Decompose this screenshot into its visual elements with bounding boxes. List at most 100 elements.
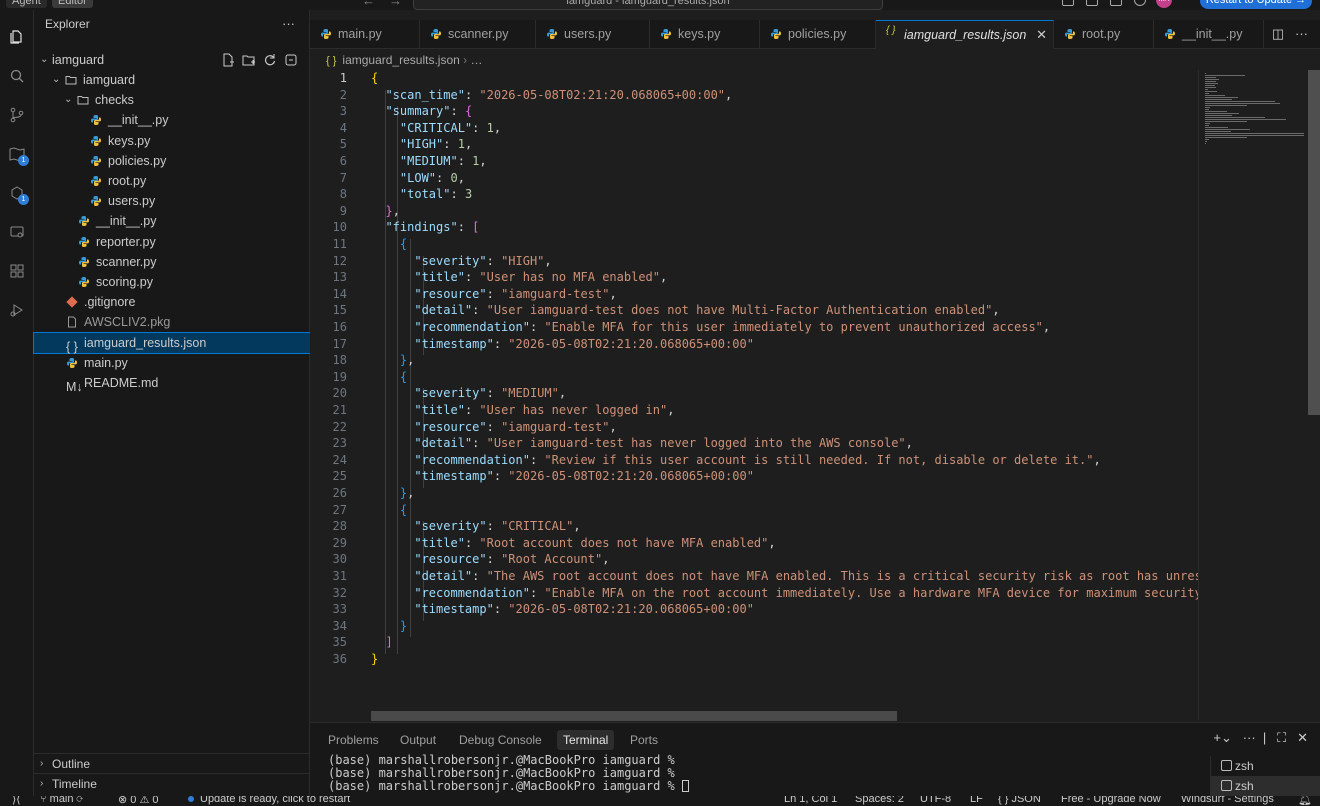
toggle-panel-icon[interactable]	[1086, 0, 1098, 6]
vertical-scrollbar[interactable]	[1308, 70, 1320, 415]
tree-file[interactable]: .gitignore	[34, 292, 310, 312]
tree-file[interactable]: policies.py	[34, 151, 310, 171]
code-token: ,	[667, 403, 675, 417]
panel-actions: +⌄ ··· | ⛶ ✕	[1213, 730, 1308, 745]
remote-explorer-icon[interactable]	[7, 222, 27, 242]
outline-section[interactable]: › Outline	[34, 753, 310, 773]
new-folder-icon[interactable]	[242, 53, 256, 67]
search-icon[interactable]	[7, 66, 27, 86]
update-status[interactable]: Update is ready, click to restart	[188, 796, 350, 805]
nav-arrows-icon[interactable]: ←→	[362, 0, 416, 8]
tree-folder[interactable]: ⌄ checks	[34, 90, 310, 110]
avatar[interactable]: MA	[1156, 0, 1172, 8]
tree-file[interactable]: keys.py	[34, 131, 310, 151]
code-content: "severity": "HIGH",	[371, 253, 551, 270]
code-token: :	[464, 87, 480, 102]
horizontal-scrollbar[interactable]	[371, 711, 897, 721]
tree-folder[interactable]: ⌄ iamguard	[34, 70, 310, 90]
tree-file[interactable]: __init__.py	[34, 211, 310, 231]
code-token: "severity"	[414, 253, 487, 268]
branch-status[interactable]: ⑂ main ⟳	[40, 796, 83, 805]
tree-file[interactable]: scanner.py	[34, 252, 310, 272]
close-tab-icon[interactable]: ✕	[1036, 21, 1047, 49]
tree-file[interactable]: reporter.py	[34, 232, 310, 252]
remote-icon[interactable]: ⟩⟨	[12, 796, 21, 806]
tree-file[interactable]: main.py	[34, 353, 310, 373]
timeline-section[interactable]: › Timeline	[34, 773, 310, 793]
explorer-icon[interactable]	[7, 27, 27, 47]
settings-gear-icon[interactable]	[1134, 0, 1146, 6]
editor-tab[interactable]: main.py	[310, 20, 420, 49]
more-actions-icon[interactable]: ···	[1295, 26, 1308, 41]
split-editor-icon[interactable]: ◫	[1272, 26, 1284, 41]
agent-mode-toggle[interactable]: Agent	[6, 0, 47, 8]
explorer-more-icon[interactable]: ···	[282, 10, 295, 38]
extensions-icon[interactable]: 1	[7, 183, 29, 205]
windsurf-settings[interactable]: Windsurf - Settings	[1181, 796, 1274, 805]
tree-file[interactable]: __init__.py	[34, 110, 310, 130]
tree-file[interactable]: { } iamguard_results.json	[33, 331, 311, 354]
branch-name: main	[49, 796, 74, 805]
panel-tab[interactable]: Problems	[322, 730, 385, 750]
minimap-line	[1205, 139, 1209, 140]
code-token: :	[493, 602, 509, 617]
notifications-icon[interactable]: 🔔︎	[1298, 796, 1312, 806]
editor-tab[interactable]: root.py	[1054, 20, 1154, 49]
run-debug-icon[interactable]	[7, 300, 27, 320]
toggle-sidebar-icon[interactable]	[1062, 0, 1074, 6]
close-panel-icon[interactable]: ✕	[1297, 730, 1308, 745]
line-number: 27	[332, 502, 347, 517]
refresh-icon[interactable]	[263, 53, 277, 67]
editor-tab[interactable]: { } iamguard_results.json ✕	[876, 20, 1054, 49]
extensions-badge: 1	[18, 194, 29, 205]
collapse-all-icon[interactable]	[284, 53, 298, 67]
minimap-line	[1205, 113, 1239, 114]
code-editor[interactable]: 1{2 "scan_time": "2026-05-08T02:21:20.06…	[310, 70, 1198, 720]
map-icon[interactable]: 1	[7, 144, 29, 166]
tree-label: __init__.py	[96, 214, 157, 229]
plan-status[interactable]: Free - Upgrade Now	[1061, 796, 1161, 805]
tree-file[interactable]: M↓ README.md	[34, 373, 310, 394]
panel-tab[interactable]: Terminal	[557, 730, 615, 750]
restart-to-update-button[interactable]: Restart to Update →	[1200, 0, 1312, 9]
tree-file[interactable]: root.py	[34, 171, 310, 191]
terminal-item[interactable]: zsh	[1211, 776, 1320, 796]
toggle-secondary-sidebar-icon[interactable]	[1110, 0, 1122, 6]
panel-tab[interactable]: Debug Console	[453, 730, 548, 750]
breadcrumb-file[interactable]: iamguard_results.json	[342, 53, 459, 67]
editor-tab[interactable]: users.py	[536, 20, 650, 49]
cursor-position[interactable]: Ln 1, Col 1	[784, 796, 837, 805]
blocks-icon[interactable]	[7, 261, 27, 281]
command-center-search[interactable]: iamguard - iamguard_results.json	[413, 0, 883, 10]
problems-status[interactable]: ⊗ 0 ⚠ 0	[118, 796, 159, 806]
terminal-item[interactable]: zsh	[1211, 756, 1320, 776]
encoding[interactable]: UTF-8	[920, 796, 951, 805]
tree-file[interactable]: users.py	[34, 191, 310, 211]
tree-file[interactable]: scoring.py	[34, 272, 310, 292]
minimap[interactable]	[1198, 70, 1308, 720]
terminal-icon	[1221, 780, 1232, 791]
editor-tab[interactable]: scanner.py	[420, 20, 536, 49]
explorer-sidebar: Explorer ··· ⌄ iamguard ⌄ iamguard ⌄ checks…	[33, 10, 311, 796]
eol[interactable]: LF	[970, 796, 983, 805]
code-token: :	[486, 419, 502, 434]
maximize-panel-icon[interactable]: ⛶	[1277, 730, 1286, 745]
panel-more-icon[interactable]: ···	[1243, 730, 1256, 745]
breadcrumb-symbol[interactable]: …	[471, 53, 483, 67]
tree-file[interactable]: AWSCLIV2.pkg	[34, 312, 310, 332]
code-token: :	[443, 137, 458, 152]
source-control-icon[interactable]	[7, 105, 27, 125]
language-mode[interactable]: { } JSON	[998, 796, 1041, 805]
indentation[interactable]: Spaces: 2	[855, 796, 904, 805]
panel-tab[interactable]: Ports	[624, 730, 664, 750]
tab-label: keys.py	[678, 27, 721, 41]
minimap-line	[1205, 121, 1248, 122]
editor-tab[interactable]: keys.py	[650, 20, 760, 49]
new-file-icon[interactable]	[221, 53, 235, 67]
editor-mode-toggle[interactable]: Editor	[52, 0, 93, 8]
new-terminal-icon[interactable]: +⌄	[1213, 730, 1231, 745]
workspace-root[interactable]: ⌄ iamguard	[34, 50, 310, 70]
panel-tab[interactable]: Output	[394, 730, 442, 750]
editor-tab[interactable]: policies.py	[760, 20, 876, 49]
editor-tab[interactable]: __init__.py	[1154, 20, 1264, 49]
